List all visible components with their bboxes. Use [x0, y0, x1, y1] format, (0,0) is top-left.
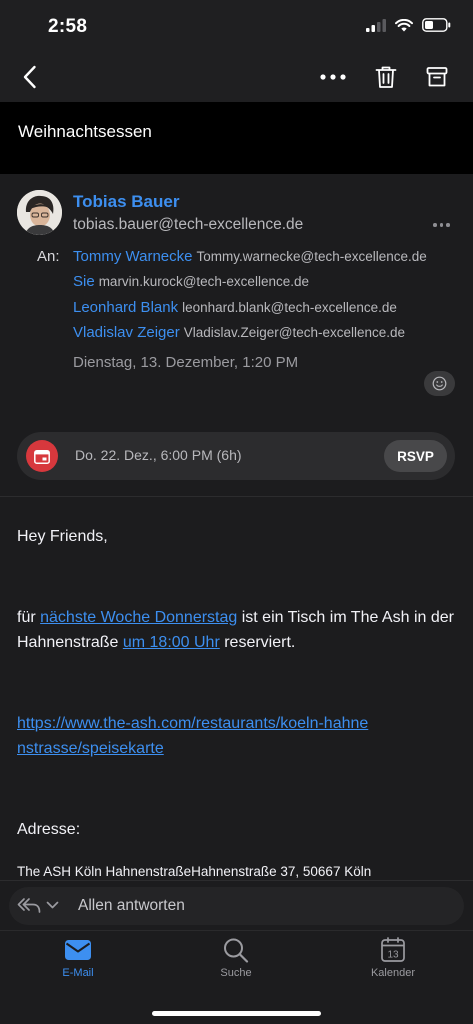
greeting: Hey Friends,	[17, 528, 108, 545]
restaurant-url-link[interactable]: https://www.the-ash.com/restaurants/koel…	[17, 715, 368, 757]
sender-avatar[interactable]	[17, 190, 62, 235]
recipient-leonhard[interactable]: Leonhard Blank leonhard.blank@tech-excell…	[73, 299, 397, 317]
chevron-left-icon	[23, 65, 36, 89]
date-link[interactable]: nächste Woche Donnerstag	[40, 609, 237, 626]
recipient-tommy[interactable]: Tommy Warnecke Tommy.warnecke@tech-excell…	[73, 248, 427, 266]
wifi-icon	[395, 18, 413, 31]
sender-email: tobias.bauer@tech-excellence.de	[73, 216, 304, 233]
event-icon-badge	[26, 440, 58, 472]
reply-options-button[interactable]	[17, 896, 59, 914]
smiley-icon	[432, 376, 447, 391]
recipient-vladislav[interactable]: Vladislav Zeiger Vladislav.Zeiger@tech-ex…	[73, 324, 405, 342]
reaction-button[interactable]	[424, 371, 455, 396]
recipient-email: marvin.kurock@tech-excellence.de	[98, 274, 309, 289]
tab-mail[interactable]: E-Mail	[33, 937, 123, 993]
more-button[interactable]	[317, 62, 349, 92]
tab-calendar[interactable]: 13 Kalender	[348, 937, 438, 993]
calendar-event-card[interactable]: Do. 22. Dez., 6:00 PM (6h) RSVP	[17, 432, 455, 480]
reply-all-placeholder: Allen antworten	[78, 897, 185, 914]
home-indicator	[152, 1011, 321, 1016]
reply-bar: Allen antworten	[0, 880, 473, 930]
calendar-icon: 13	[381, 937, 405, 962]
tab-search[interactable]: Suche	[191, 937, 281, 993]
bottom-tab-bar: E-Mail Suche 13 Kalender	[0, 930, 473, 1024]
to-label: An:	[37, 248, 60, 265]
reply-all-icon	[17, 898, 41, 913]
recipient-email: Tommy.warnecke@tech-excellence.de	[196, 249, 427, 264]
archive-icon	[426, 67, 448, 87]
sent-date: Dienstag, 13. Dezember, 1:20 PM	[73, 354, 299, 371]
dot	[446, 223, 450, 227]
more-horizontal-icon	[320, 74, 346, 80]
recipient-name: Tommy Warnecke	[73, 248, 193, 265]
body-paragraph: für nächste Woche Donnerstag ist ein Tis…	[17, 605, 457, 655]
subject-bar: Weihnachtsessen	[0, 102, 473, 174]
divider	[0, 496, 473, 497]
trash-icon	[375, 66, 397, 88]
tab-label: Kalender	[370, 967, 416, 979]
status-time: 2:58	[48, 16, 88, 37]
status-icons	[366, 18, 451, 32]
calendar-day-number: 13	[387, 950, 399, 961]
time-link[interactable]: um 18:00 Uhr	[123, 634, 220, 651]
recipient-name: Leonhard Blank	[73, 299, 179, 316]
url-paragraph: https://www.the-ash.com/restaurants/koel…	[17, 711, 377, 761]
dot	[439, 223, 443, 227]
email-subject: Weihnachtsessen	[18, 122, 152, 141]
delete-button[interactable]	[370, 62, 402, 92]
message-more-button[interactable]	[433, 218, 457, 232]
tab-label: E-Mail	[62, 967, 94, 979]
event-time-text: Do. 22. Dez., 6:00 PM (6h)	[75, 447, 242, 463]
recipient-sie[interactable]: Sie marvin.kurock@tech-excellence.de	[73, 273, 309, 291]
calendar-event-icon	[34, 449, 50, 464]
recipient-name: Vladislav Zeiger	[73, 324, 180, 341]
recipient-email: Vladislav.Zeiger@tech-excellence.de	[183, 325, 406, 340]
tab-label: Suche	[220, 967, 252, 979]
message-view: Tobias Bauer tobias.bauer@tech-excellenc…	[0, 174, 473, 880]
sender-name[interactable]: Tobias Bauer	[73, 192, 179, 212]
body-text-fragment: reserviert.	[219, 634, 296, 651]
body-text-fragment: für	[17, 609, 41, 626]
signal-icon	[366, 18, 386, 32]
recipient-name: Sie	[73, 273, 95, 290]
avatar-image	[17, 190, 62, 235]
search-icon	[224, 938, 249, 963]
status-bar: 2:58	[0, 0, 473, 52]
address-label: Adresse:	[17, 821, 81, 838]
reply-all-field[interactable]: Allen antworten	[9, 887, 464, 925]
recipient-email: leonhard.blank@tech-excellence.de	[182, 300, 397, 315]
rsvp-button[interactable]: RSVP	[384, 440, 447, 472]
address-text: The ASH Köln HahnenstraßeHahnenstraße 37…	[17, 864, 372, 879]
chevron-down-icon	[46, 901, 59, 909]
archive-button[interactable]	[421, 62, 453, 92]
mail-icon	[65, 940, 91, 960]
mail-toolbar	[0, 52, 473, 102]
back-button[interactable]	[14, 62, 46, 92]
battery-icon	[422, 18, 451, 32]
dot	[433, 223, 437, 227]
